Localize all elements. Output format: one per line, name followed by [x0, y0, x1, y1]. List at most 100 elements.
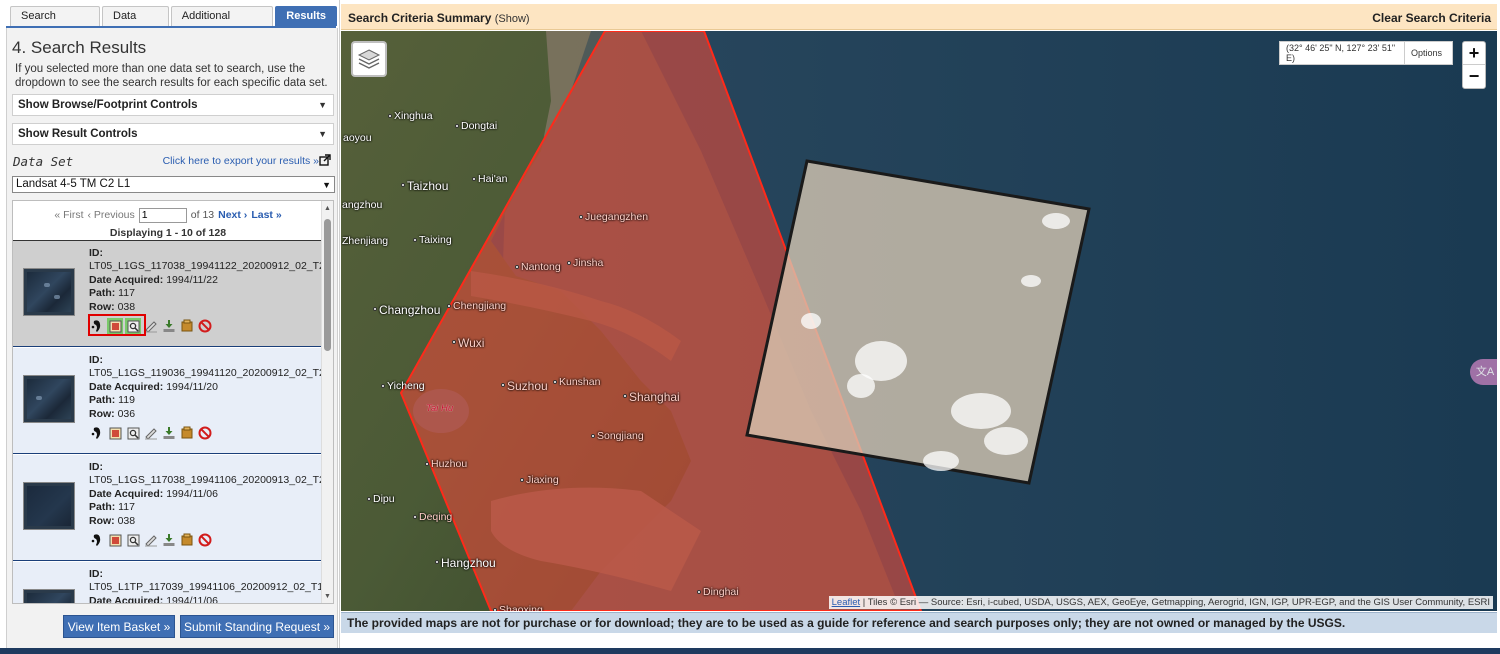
map-disclaimer: The provided maps are not for purchase o…	[341, 612, 1497, 633]
displaying-count: Displaying 1 - 10 of 128	[109, 227, 227, 239]
results-scrollbar[interactable]: ▲ ▼	[321, 201, 333, 603]
city-marker	[567, 261, 571, 265]
row-label: Row:	[89, 407, 115, 420]
city-marker	[435, 560, 439, 564]
zoom-control: + −	[1462, 41, 1486, 89]
date-acquired: 1994/11/06	[166, 594, 218, 604]
city-marker	[413, 238, 417, 242]
pager-next[interactable]: Next ›	[218, 209, 247, 221]
dataset-select-value: Landsat 4-5 TM C2 L1	[16, 178, 131, 190]
footprint-icon[interactable]	[89, 532, 105, 548]
export-results-link[interactable]: Click here to export your results »	[163, 155, 319, 167]
browse-thumbnail[interactable]	[23, 375, 75, 423]
exclude-icon[interactable]	[197, 425, 213, 441]
overlay-browse-icon[interactable]	[107, 425, 123, 441]
zoom-out-button[interactable]: −	[1463, 65, 1485, 88]
pager-previous[interactable]: ‹ Previous	[88, 209, 135, 221]
dataset-select[interactable]: Landsat 4-5 TM C2 L1 ▼	[12, 176, 335, 193]
city-label: Kunshan	[559, 376, 601, 388]
exclude-icon[interactable]	[197, 318, 213, 334]
compare-icon[interactable]	[143, 532, 159, 548]
exclude-icon[interactable]	[197, 532, 213, 548]
leaflet-link[interactable]: Leaflet	[832, 597, 861, 608]
map-attribution: Leaflet | Tiles © Esri — Source: Esri, i…	[828, 596, 1493, 609]
tab-additional-criteria[interactable]: Additional Criteria	[170, 6, 274, 40]
row-label: Row:	[89, 300, 115, 313]
thumbnail-image	[27, 379, 71, 419]
translate-icon[interactable]: 文A	[1470, 359, 1497, 385]
show-metadata-icon[interactable]	[125, 532, 141, 548]
selected-actions-highlight	[88, 314, 146, 336]
city-marker	[388, 114, 392, 118]
results-panel: 4. Search Results If you selected more t…	[6, 28, 338, 650]
page-number-input[interactable]	[138, 207, 187, 223]
browse-thumbnail[interactable]	[23, 268, 75, 316]
left-panel: Search Criteria Data Sets Additional Cri…	[0, 0, 340, 654]
tab-results[interactable]: Results	[275, 6, 338, 26]
view-item-basket-button[interactable]: View Item Basket »	[63, 615, 175, 638]
id-label: ID:	[89, 568, 103, 580]
city-label: Yicheng	[387, 380, 425, 392]
download-icon[interactable]	[161, 532, 177, 548]
summary-show-link[interactable]: (Show)	[495, 13, 530, 25]
external-link-icon[interactable]	[319, 154, 331, 166]
tab-data-sets[interactable]: Data Sets	[102, 6, 169, 40]
scroll-down-arrow-icon[interactable]: ▼	[322, 591, 333, 603]
overlay-browse-icon[interactable]	[107, 532, 123, 548]
show-metadata-icon[interactable]	[125, 425, 141, 441]
id-label: ID:	[89, 247, 103, 259]
path-label: Path:	[89, 501, 116, 514]
result-item[interactable]: ID: LT05_L1GS_117038_19941106_20200913_0…	[13, 455, 325, 561]
summary-title: Search Criteria Summary (Show)	[348, 11, 530, 25]
city-label: Shanghai	[629, 390, 680, 404]
city-label: Songjiang	[597, 430, 644, 442]
browse-thumbnail[interactable]	[23, 482, 75, 530]
summary-title-text: Search Criteria Summary	[348, 11, 492, 25]
order-icon[interactable]	[179, 532, 195, 548]
coordinate-options-button[interactable]: Options	[1404, 42, 1448, 64]
layers-button[interactable]	[351, 41, 387, 77]
download-icon[interactable]	[161, 425, 177, 441]
order-icon[interactable]	[179, 318, 195, 334]
path-label: Path:	[89, 287, 116, 300]
compare-icon[interactable]	[143, 425, 159, 441]
map-view[interactable]: Xinghua Dongtai aoyou Hai'an Taizhou angzhou J…	[341, 31, 1497, 611]
clear-search-criteria-link[interactable]: Clear Search Criteria	[1372, 11, 1491, 25]
city-label: Taixing	[419, 234, 452, 246]
result-item[interactable]: ID: LT05_L1GS_117038_19941122_20200912_0…	[13, 241, 325, 347]
city-marker	[520, 478, 524, 482]
scrollbar-thumb[interactable]	[324, 219, 331, 351]
browse-footprint-controls-toggle[interactable]: Show Browse/Footprint Controls ▼	[12, 94, 334, 116]
result-controls-toggle[interactable]: Show Result Controls ▼	[12, 123, 334, 145]
result-metadata: ID: LT05_L1TP_117039_19941106_20200912_0…	[89, 568, 323, 604]
caret-down-icon: ▼	[318, 100, 327, 110]
caret-down-icon: ▼	[318, 129, 327, 139]
browse-footprint-controls-label: Show Browse/Footprint Controls	[18, 99, 198, 111]
result-metadata: ID: LT05_L1GS_117038_19941122_20200912_0…	[89, 247, 325, 314]
city-label: Dipu	[373, 493, 395, 505]
scroll-up-arrow-icon[interactable]: ▲	[322, 203, 333, 215]
thumbnail-image	[27, 593, 71, 603]
date-acquired: 1994/11/22	[166, 273, 218, 286]
pager-first[interactable]: « First	[54, 209, 83, 221]
result-item[interactable]: ID: LT05_L1TP_117039_19941106_20200912_0…	[13, 562, 323, 604]
thumbnail-cloud	[36, 396, 42, 400]
footprint-icon[interactable]	[89, 425, 105, 441]
id-label: ID:	[89, 461, 103, 473]
result-actions	[89, 423, 213, 443]
result-item[interactable]: ID: LT05_L1GS_119036_19941120_20200912_0…	[13, 348, 325, 454]
city-label: Shaoxing	[499, 604, 543, 611]
download-icon[interactable]	[161, 318, 177, 334]
submit-standing-request-button[interactable]: Submit Standing Request »	[180, 615, 334, 638]
city-label: Hangzhou	[441, 556, 496, 570]
pager-of-total: of 13	[190, 209, 215, 221]
city-label: Dongtai	[461, 120, 498, 132]
pager-last[interactable]: Last »	[251, 209, 281, 221]
browse-thumbnail[interactable]	[23, 589, 75, 603]
tab-search-criteria[interactable]: Search Criteria	[10, 6, 100, 40]
results-list: « First ‹ Previous of 13 Next › Last » D…	[12, 200, 334, 604]
city-marker	[373, 307, 377, 311]
order-icon[interactable]	[179, 425, 195, 441]
zoom-in-button[interactable]: +	[1463, 42, 1485, 65]
result-actions	[89, 530, 213, 550]
